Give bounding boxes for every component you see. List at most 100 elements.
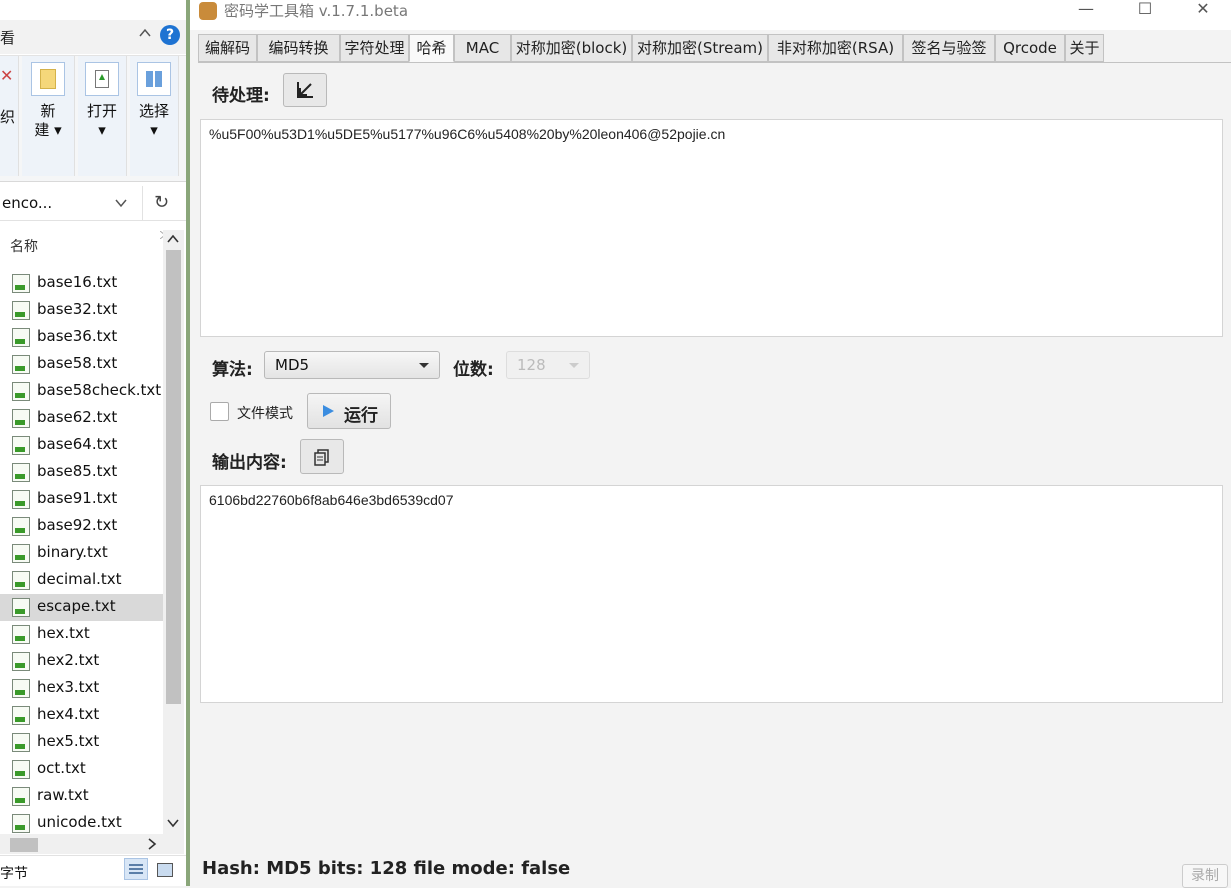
select-button[interactable]: 选择 ▾ [136, 62, 172, 140]
text-file-icon [12, 490, 30, 509]
maximize-icon[interactable]: ☐ [1122, 0, 1168, 22]
new-item-button[interactable]: 新 建 ▾ [30, 62, 66, 140]
file-list-item[interactable]: base58.txt [0, 351, 163, 378]
file-explorer-window: 看 ? ✕ 织 新 建 ▾ 打开 ▾ 选择 ▾ enco... ↻ 名称 bas… [0, 0, 187, 886]
ribbon-group-open: 打开 ▾ [78, 56, 127, 176]
tab-3[interactable]: 哈希 [409, 34, 454, 62]
view-menu-tab[interactable]: 看 [0, 27, 15, 48]
output-textarea[interactable]: 6106bd22760b6f8ab646e3bd6539cd07 [200, 485, 1223, 703]
tab-2[interactable]: 字符处理 [340, 34, 409, 62]
tab-4[interactable]: MAC [454, 34, 511, 62]
file-name: base85.txt [37, 462, 118, 480]
crypto-toolbox-window: 密码学工具箱 v.1.7.1.beta — ☐ ✕ 编解码 编码转换 字符处理 哈希 M… [190, 0, 1231, 888]
file-list-item[interactable]: escape.txt [0, 594, 163, 621]
file-list-item[interactable]: raw.txt [0, 783, 163, 810]
large-icons-view-icon[interactable] [153, 858, 177, 880]
minimize-icon[interactable]: — [1063, 0, 1109, 22]
input-label: 待处理: [212, 86, 270, 106]
explorer-menu-bar [0, 20, 186, 54]
file-list-item[interactable]: base16.txt [0, 270, 163, 297]
import-button[interactable] [283, 73, 327, 107]
input-textarea[interactable]: %u5F00%u53D1%u5DE5%u5177%u96C6%u5408%20b… [200, 119, 1223, 337]
delete-icon[interactable]: ✕ [0, 66, 13, 86]
file-list-item[interactable]: oct.txt [0, 756, 163, 783]
file-name: oct.txt [37, 759, 86, 777]
file-list-item[interactable]: hex.txt [0, 621, 163, 648]
file-list-item[interactable]: base64.txt [0, 432, 163, 459]
scroll-right-icon[interactable] [147, 838, 157, 850]
scroll-up-icon[interactable] [167, 234, 179, 244]
address-dropdown-icon[interactable] [114, 196, 128, 210]
tab-7[interactable]: 非对称加密(RSA) [768, 34, 903, 62]
file-mode-checkbox[interactable] [210, 402, 229, 421]
file-list-item[interactable]: hex4.txt [0, 702, 163, 729]
file-list-item[interactable]: base92.txt [0, 513, 163, 540]
ribbon-group-select: 选择 ▾ [130, 56, 179, 176]
tab-divider [198, 62, 1231, 63]
collapse-ribbon-icon[interactable] [138, 26, 152, 40]
file-list-item[interactable]: decimal.txt [0, 567, 163, 594]
refresh-icon[interactable]: ↻ [154, 192, 169, 213]
tab-0[interactable]: 编解码 [198, 34, 257, 62]
details-view-icon[interactable] [124, 858, 148, 880]
file-list: base16.txt base32.txt base36.txt base58.txt… [0, 270, 163, 837]
file-mode-label[interactable]: 文件模式 [237, 403, 293, 423]
copy-output-button[interactable] [300, 439, 344, 474]
text-file-icon [12, 436, 30, 455]
ribbon-group-new: 新 建 ▾ [22, 56, 75, 176]
tab-1[interactable]: 编码转换 [257, 34, 340, 62]
file-name: decimal.txt [37, 570, 122, 588]
tab-5[interactable]: 对称加密(block) [511, 34, 632, 62]
horizontal-scroll-thumb[interactable] [10, 838, 38, 852]
tab-9[interactable]: Qrcode [995, 34, 1065, 62]
close-icon[interactable]: ✕ [1180, 0, 1226, 22]
record-button[interactable]: 录制 [1182, 864, 1228, 888]
tab-6[interactable]: 对称加密(Stream) [632, 34, 768, 62]
open-button[interactable]: 打开 ▾ [84, 62, 120, 140]
file-list-item[interactable]: base58check.txt [0, 378, 163, 405]
file-name: hex5.txt [37, 732, 100, 750]
new-label-top: 新 [40, 102, 56, 120]
text-file-icon [12, 355, 30, 374]
algorithm-select[interactable]: MD5 [264, 351, 440, 379]
import-arrow-icon [297, 82, 313, 98]
output-label: 输出内容: [212, 453, 287, 473]
file-name: base16.txt [37, 273, 118, 291]
status-bar-text: Hash: MD5 bits: 128 file mode: false [202, 858, 571, 879]
new-folder-icon [31, 62, 65, 96]
file-name: base58.txt [37, 354, 118, 372]
text-file-icon [12, 652, 30, 671]
tab-8[interactable]: 签名与验签 [903, 34, 995, 62]
column-header-name[interactable]: 名称 [10, 236, 38, 256]
file-list-item[interactable]: base85.txt [0, 459, 163, 486]
file-list-item[interactable]: base36.txt [0, 324, 163, 351]
scroll-down-icon[interactable] [167, 818, 179, 828]
text-file-icon [12, 814, 30, 833]
file-list-item[interactable]: base32.txt [0, 297, 163, 324]
file-list-item[interactable]: hex5.txt [0, 729, 163, 756]
file-list-item[interactable]: binary.txt [0, 540, 163, 567]
text-file-icon [12, 760, 30, 779]
vertical-scroll-thumb[interactable] [166, 250, 181, 704]
help-icon[interactable]: ? [160, 25, 180, 45]
file-name: base36.txt [37, 327, 118, 345]
tab-10[interactable]: 关于 [1065, 34, 1104, 62]
file-list-item[interactable]: hex2.txt [0, 648, 163, 675]
text-file-icon [12, 517, 30, 536]
text-file-icon [12, 301, 30, 320]
text-file-icon [12, 328, 30, 347]
run-button[interactable]: 运行 [307, 393, 391, 429]
open-dropdown-icon: ▾ [98, 121, 106, 139]
ribbon-group-organize: ✕ 织 [0, 56, 19, 176]
file-list-item[interactable]: hex3.txt [0, 675, 163, 702]
file-name: binary.txt [37, 543, 108, 561]
text-file-icon [12, 706, 30, 725]
file-list-item[interactable]: base62.txt [0, 405, 163, 432]
text-file-icon [12, 787, 30, 806]
title-bar: 密码学工具箱 v.1.7.1.beta — ☐ ✕ [190, 0, 1231, 30]
file-name: hex4.txt [37, 705, 100, 723]
file-list-item[interactable]: base91.txt [0, 486, 163, 513]
text-file-icon [12, 679, 30, 698]
file-list-item[interactable]: unicode.txt [0, 810, 163, 837]
bits-select[interactable]: 128 [506, 351, 590, 379]
